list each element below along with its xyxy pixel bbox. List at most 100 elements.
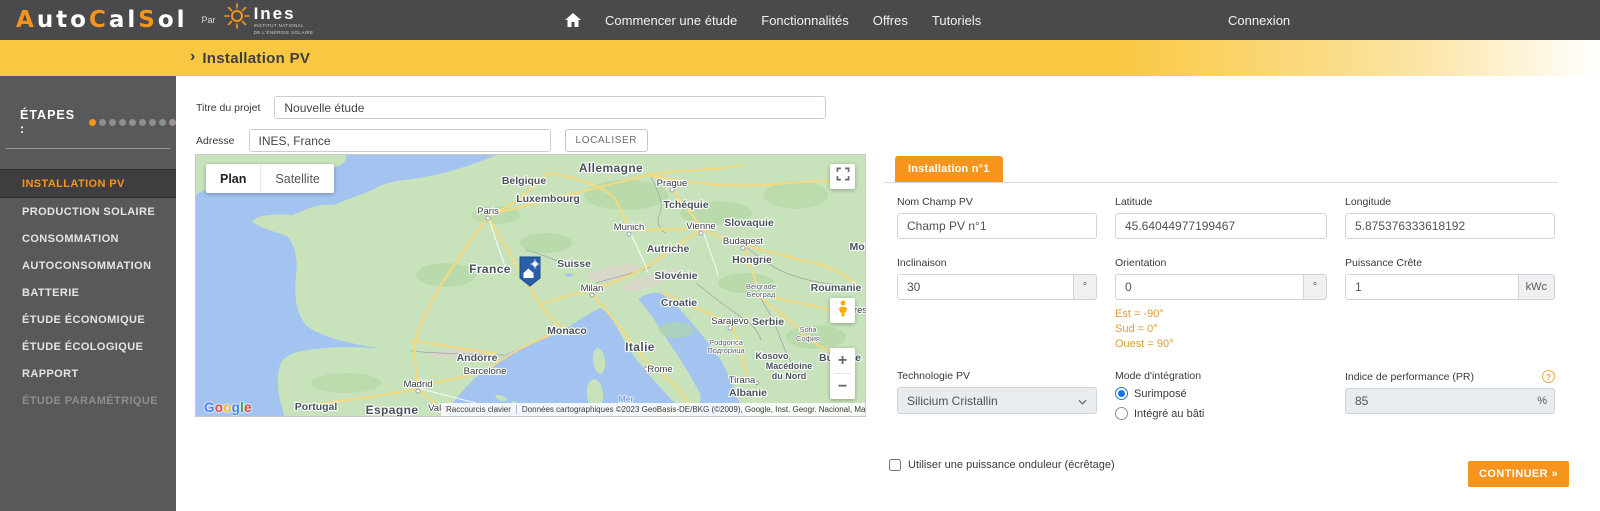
pr-label: Indice de performance (PR) [1345,370,1474,383]
google-logo[interactable]: Google [204,400,252,415]
map-label: Rome [647,364,672,375]
map-label: France [469,262,511,276]
top-navbar: AutoCalSol Par Ines INSTITUT NATIONAL DE… [0,0,1600,40]
hint-est: Est = -90° [1115,308,1164,320]
breadcrumb-arrow-icon: › [190,48,196,65]
onduleur-checkbox-label: Utiliser une puissance onduleur (écrêtag… [908,459,1115,471]
map-label: Suisse [557,258,591,270]
technologie-select[interactable]: Silicium Cristallin [897,387,1097,414]
tab-installation-1[interactable]: Installation n°1 [895,156,1003,182]
hint-ouest: Ouest = 90° [1115,338,1174,350]
map-type-control: Plan Satellite [206,164,334,193]
sidebar-item-etude-parametrique: ÉTUDE PARAMÉTRIQUE [22,394,158,407]
hint-sud: Sud = 0° [1115,323,1158,335]
autocalsol-logo[interactable]: AutoCalSol [16,7,188,33]
localiser-button[interactable]: LOCALISER [564,129,649,152]
map-label: Serbie [752,316,784,328]
map-data-attribution: Données cartographiques ©2023 GeoBasis-D… [521,405,865,414]
sidebar-item-installation-pv[interactable]: INSTALLATION PV [0,169,176,198]
pr-input[interactable] [1345,388,1531,414]
step-dot [149,118,156,126]
continuer-button[interactable]: CONTINUER » [1468,461,1569,487]
sidebar-item-consommation[interactable]: CONSOMMATION [0,225,176,252]
ines-logo[interactable]: Ines INSTITUT NATIONAL DE L'ÉNERGIE SOLA… [220,1,314,40]
steps-label: ÉTAPES : [20,108,76,136]
inclinaison-input[interactable] [897,274,1073,300]
orientation-label: Orientation [1115,257,1167,269]
map-label: Prague [657,178,688,189]
map-label: Vienne [686,221,715,232]
nav-item-tutoriels[interactable]: Tutoriels [932,13,981,28]
sidebar-item-etude-ecologique[interactable]: ÉTUDE ÉCOLOGIQUE [0,333,176,360]
map-label: Espagne [366,403,419,416]
map-label: Portugal [295,401,338,413]
map-attribution: Raccourcis clavier Données cartographiqu… [441,403,865,416]
nav-item-connexion[interactable]: Connexion [1228,13,1290,28]
map-plan-button[interactable]: Plan [206,164,260,193]
keyboard-shortcuts-link[interactable]: Raccourcis clavier [441,405,516,414]
radio-selected-icon [1115,387,1128,400]
zoom-in-button[interactable]: + [830,348,855,373]
step-dot [89,118,96,126]
map-label: Hongrie [732,254,772,266]
nav-item-fonctionnalites[interactable]: Fonctionnalités [761,13,848,28]
map-zoom-control: + − [830,348,855,399]
map-label: Paris [477,206,499,217]
radio-surimpose[interactable]: Surimposé [1115,387,1327,400]
steps-sidebar: ÉTAPES : INSTALLATION PV PRODUCTION SOLA… [0,76,176,511]
nom-champ-input[interactable] [897,213,1097,239]
map-pegman-button[interactable] [830,298,855,323]
map-label: Budapest [723,236,764,247]
onduleur-checkbox[interactable] [889,459,901,471]
nav-item-offres[interactable]: Offres [873,13,908,28]
orientation-input[interactable] [1115,274,1303,300]
longitude-label: Longitude [1345,196,1392,208]
map-label: Italie [625,340,655,354]
map-label: Belgique [502,175,546,187]
longitude-input[interactable] [1345,213,1555,239]
sidebar-item-etude-economique[interactable]: ÉTUDE ÉCONOMIQUE [0,306,176,333]
map-satellite-button[interactable]: Satellite [260,164,333,193]
radio-integre-bati[interactable]: Intégré au bâti [1115,407,1327,420]
map-label: Munich [614,222,645,233]
step-dot [159,118,166,126]
map-label: Luxembourg [516,193,580,205]
home-icon[interactable] [565,13,581,27]
map-label: Sarajevo [711,316,749,327]
map-label: Madrid [403,379,432,390]
map-label: Allemagne [579,161,643,175]
fullscreen-icon [836,167,850,186]
map-label: Autriche [647,243,690,255]
pegman-icon [836,300,850,322]
sidebar-item-autoconsommation[interactable]: AUTOCONSOMMATION [0,252,176,279]
map-label: Barcelone [464,366,507,377]
steps-progress-dots [89,118,176,126]
puissance-input[interactable] [1345,274,1518,300]
integration-label: Mode d'intégration [1115,370,1202,382]
project-title-input[interactable] [274,96,827,119]
orientation-hints: Est = -90° Sud = 0° Ouest = 90° [1115,307,1327,352]
nom-champ-label: Nom Champ PV [897,196,973,208]
nav-item-commencer[interactable]: Commencer une étude [605,13,737,28]
google-map[interactable]: Allemagne Belgique Luxembourg Paris Prague Tc… [195,154,866,417]
sun-icon [220,1,254,40]
map-label: Београд [747,290,776,299]
map-fullscreen-button[interactable] [830,164,855,189]
map-label: Tchéquie [663,199,708,211]
map-label: Croatie [661,297,697,309]
pr-help-icon[interactable]: ? [1542,370,1555,383]
map-label: Albanie [729,387,767,399]
sidebar-item-rapport[interactable]: RAPPORT [0,360,176,387]
map-label: du Nord [772,371,807,381]
map-label: Slovénie [654,270,697,282]
zoom-out-button[interactable]: − [830,374,855,399]
sidebar-item-production-solaire[interactable]: PRODUCTION SOLAIRE [0,198,176,225]
sidebar-divider [6,148,170,149]
sidebar-item-batterie[interactable]: BATTERIE [0,279,176,306]
step-dot [119,118,126,126]
page-title: Installation PV [202,49,311,67]
step-dot [99,118,106,126]
address-input[interactable] [248,129,551,152]
page-banner: › Installation PV [0,40,1600,76]
latitude-input[interactable] [1115,213,1327,239]
